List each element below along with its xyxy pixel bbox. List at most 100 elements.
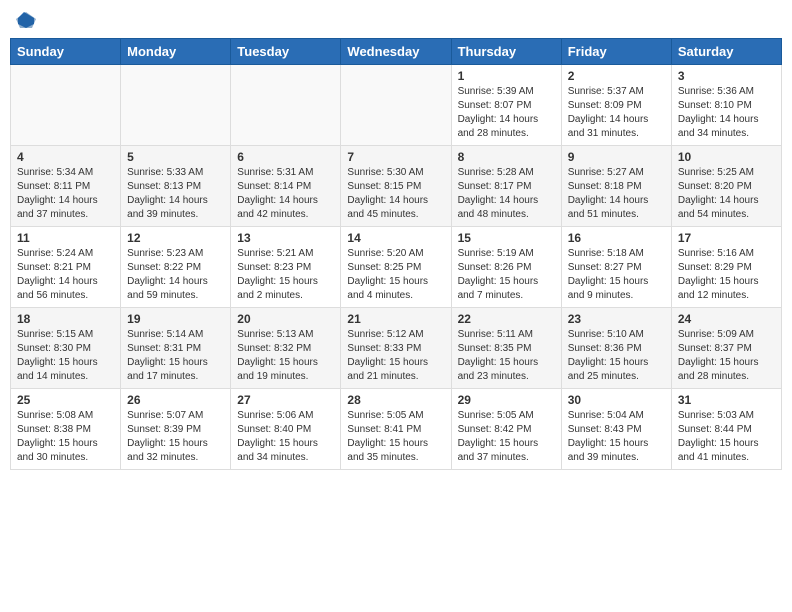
day-number: 31 [678, 393, 775, 407]
day-number: 24 [678, 312, 775, 326]
day-number: 16 [568, 231, 665, 245]
day-info: Sunrise: 5:21 AM Sunset: 8:23 PM Dayligh… [237, 247, 334, 303]
calendar-header-row: SundayMondayTuesdayWednesdayThursdayFrid… [11, 39, 782, 65]
calendar-cell [341, 65, 451, 146]
logo [14, 10, 36, 30]
day-number: 8 [458, 150, 555, 164]
calendar-cell: 16 Sunrise: 5:18 AM Sunset: 8:27 PM Dayli… [561, 227, 671, 308]
day-info: Sunrise: 5:33 AM Sunset: 8:13 PM Dayligh… [127, 166, 224, 222]
calendar-cell: 13 Sunrise: 5:21 AM Sunset: 8:23 PM Dayli… [231, 227, 341, 308]
calendar-cell: 21 Sunrise: 5:12 AM Sunset: 8:33 PM Dayli… [341, 308, 451, 389]
day-number: 3 [678, 69, 775, 83]
day-info: Sunrise: 5:03 AM Sunset: 8:44 PM Dayligh… [678, 409, 775, 465]
calendar-cell: 6 Sunrise: 5:31 AM Sunset: 8:14 PM Daylig… [231, 146, 341, 227]
day-info: Sunrise: 5:05 AM Sunset: 8:41 PM Dayligh… [347, 409, 444, 465]
day-info: Sunrise: 5:25 AM Sunset: 8:20 PM Dayligh… [678, 166, 775, 222]
day-info: Sunrise: 5:04 AM Sunset: 8:43 PM Dayligh… [568, 409, 665, 465]
logo-icon [16, 10, 36, 30]
calendar-cell [231, 65, 341, 146]
calendar-cell: 1 Sunrise: 5:39 AM Sunset: 8:07 PM Daylig… [451, 65, 561, 146]
calendar-cell [121, 65, 231, 146]
day-info: Sunrise: 5:27 AM Sunset: 8:18 PM Dayligh… [568, 166, 665, 222]
day-info: Sunrise: 5:31 AM Sunset: 8:14 PM Dayligh… [237, 166, 334, 222]
day-number: 1 [458, 69, 555, 83]
calendar-week-row: 25 Sunrise: 5:08 AM Sunset: 8:38 PM Dayli… [11, 389, 782, 470]
day-info: Sunrise: 5:16 AM Sunset: 8:29 PM Dayligh… [678, 247, 775, 303]
day-number: 19 [127, 312, 224, 326]
calendar-cell: 24 Sunrise: 5:09 AM Sunset: 8:37 PM Dayli… [671, 308, 781, 389]
calendar-table: SundayMondayTuesdayWednesdayThursdayFrid… [10, 38, 782, 470]
day-number: 26 [127, 393, 224, 407]
day-info: Sunrise: 5:14 AM Sunset: 8:31 PM Dayligh… [127, 328, 224, 384]
calendar-cell: 3 Sunrise: 5:36 AM Sunset: 8:10 PM Daylig… [671, 65, 781, 146]
calendar-cell: 11 Sunrise: 5:24 AM Sunset: 8:21 PM Dayli… [11, 227, 121, 308]
day-number: 17 [678, 231, 775, 245]
calendar-cell: 15Sunrise: 5:19 AM Sunset: 8:26 PM Dayli… [451, 227, 561, 308]
day-number: 14 [347, 231, 444, 245]
calendar-week-row: 11 Sunrise: 5:24 AM Sunset: 8:21 PM Dayli… [11, 227, 782, 308]
calendar-cell: 17 Sunrise: 5:16 AM Sunset: 8:29 PM Dayli… [671, 227, 781, 308]
calendar-header-wednesday: Wednesday [341, 39, 451, 65]
day-number: 6 [237, 150, 334, 164]
day-number: 15 [458, 231, 555, 245]
day-info: Sunrise: 5:15 AM Sunset: 8:30 PM Dayligh… [17, 328, 114, 384]
calendar-cell: 23 Sunrise: 5:10 AM Sunset: 8:36 PM Dayli… [561, 308, 671, 389]
calendar-cell: 18Sunrise: 5:15 AM Sunset: 8:30 PM Dayli… [11, 308, 121, 389]
day-number: 11 [17, 231, 114, 245]
calendar-cell: 7Sunrise: 5:30 AM Sunset: 8:15 PM Daylig… [341, 146, 451, 227]
day-number: 21 [347, 312, 444, 326]
calendar-week-row: 1 Sunrise: 5:39 AM Sunset: 8:07 PM Daylig… [11, 65, 782, 146]
day-number: 27 [237, 393, 334, 407]
calendar-week-row: 18Sunrise: 5:15 AM Sunset: 8:30 PM Dayli… [11, 308, 782, 389]
calendar-cell: 26 Sunrise: 5:07 AM Sunset: 8:39 PM Dayli… [121, 389, 231, 470]
day-number: 9 [568, 150, 665, 164]
day-number: 2 [568, 69, 665, 83]
day-info: Sunrise: 5:09 AM Sunset: 8:37 PM Dayligh… [678, 328, 775, 384]
page-header [10, 10, 782, 30]
calendar-cell [11, 65, 121, 146]
calendar-cell: 10 Sunrise: 5:25 AM Sunset: 8:20 PM Dayli… [671, 146, 781, 227]
calendar-header-saturday: Saturday [671, 39, 781, 65]
day-info: Sunrise: 5:05 AM Sunset: 8:42 PM Dayligh… [458, 409, 555, 465]
calendar-header-friday: Friday [561, 39, 671, 65]
day-info: Sunrise: 5:20 AM Sunset: 8:25 PM Dayligh… [347, 247, 444, 303]
calendar-cell: 28 Sunrise: 5:05 AM Sunset: 8:41 PM Dayli… [341, 389, 451, 470]
calendar-cell: 4Sunrise: 5:34 AM Sunset: 8:11 PM Daylig… [11, 146, 121, 227]
calendar-cell: 31 Sunrise: 5:03 AM Sunset: 8:44 PM Dayli… [671, 389, 781, 470]
calendar-cell: 14 Sunrise: 5:20 AM Sunset: 8:25 PM Dayli… [341, 227, 451, 308]
day-info: Sunrise: 5:07 AM Sunset: 8:39 PM Dayligh… [127, 409, 224, 465]
day-info: Sunrise: 5:10 AM Sunset: 8:36 PM Dayligh… [568, 328, 665, 384]
calendar-cell: 25 Sunrise: 5:08 AM Sunset: 8:38 PM Dayli… [11, 389, 121, 470]
day-info: Sunrise: 5:34 AM Sunset: 8:11 PM Dayligh… [17, 166, 114, 222]
calendar-header-monday: Monday [121, 39, 231, 65]
calendar-cell: 30 Sunrise: 5:04 AM Sunset: 8:43 PM Dayli… [561, 389, 671, 470]
day-number: 28 [347, 393, 444, 407]
day-info: Sunrise: 5:28 AM Sunset: 8:17 PM Dayligh… [458, 166, 555, 222]
day-info: Sunrise: 5:24 AM Sunset: 8:21 PM Dayligh… [17, 247, 114, 303]
day-info: Sunrise: 5:12 AM Sunset: 8:33 PM Dayligh… [347, 328, 444, 384]
day-info: Sunrise: 5:36 AM Sunset: 8:10 PM Dayligh… [678, 85, 775, 141]
day-number: 20 [237, 312, 334, 326]
day-info: Sunrise: 5:30 AM Sunset: 8:15 PM Dayligh… [347, 166, 444, 222]
day-number: 13 [237, 231, 334, 245]
day-info: Sunrise: 5:37 AM Sunset: 8:09 PM Dayligh… [568, 85, 665, 141]
day-number: 30 [568, 393, 665, 407]
day-info: Sunrise: 5:18 AM Sunset: 8:27 PM Dayligh… [568, 247, 665, 303]
calendar-header-tuesday: Tuesday [231, 39, 341, 65]
day-number: 25 [17, 393, 114, 407]
calendar-cell: 9 Sunrise: 5:27 AM Sunset: 8:18 PM Daylig… [561, 146, 671, 227]
calendar-cell: 22Sunrise: 5:11 AM Sunset: 8:35 PM Dayli… [451, 308, 561, 389]
calendar-cell: 2 Sunrise: 5:37 AM Sunset: 8:09 PM Daylig… [561, 65, 671, 146]
day-number: 29 [458, 393, 555, 407]
day-number: 10 [678, 150, 775, 164]
calendar-cell: 19 Sunrise: 5:14 AM Sunset: 8:31 PM Dayli… [121, 308, 231, 389]
day-number: 5 [127, 150, 224, 164]
day-number: 23 [568, 312, 665, 326]
calendar-cell: 12Sunrise: 5:23 AM Sunset: 8:22 PM Dayli… [121, 227, 231, 308]
day-info: Sunrise: 5:08 AM Sunset: 8:38 PM Dayligh… [17, 409, 114, 465]
day-info: Sunrise: 5:13 AM Sunset: 8:32 PM Dayligh… [237, 328, 334, 384]
day-info: Sunrise: 5:39 AM Sunset: 8:07 PM Dayligh… [458, 85, 555, 141]
calendar-week-row: 4Sunrise: 5:34 AM Sunset: 8:11 PM Daylig… [11, 146, 782, 227]
calendar-cell: 29 Sunrise: 5:05 AM Sunset: 8:42 PM Dayli… [451, 389, 561, 470]
day-info: Sunrise: 5:23 AM Sunset: 8:22 PM Dayligh… [127, 247, 224, 303]
